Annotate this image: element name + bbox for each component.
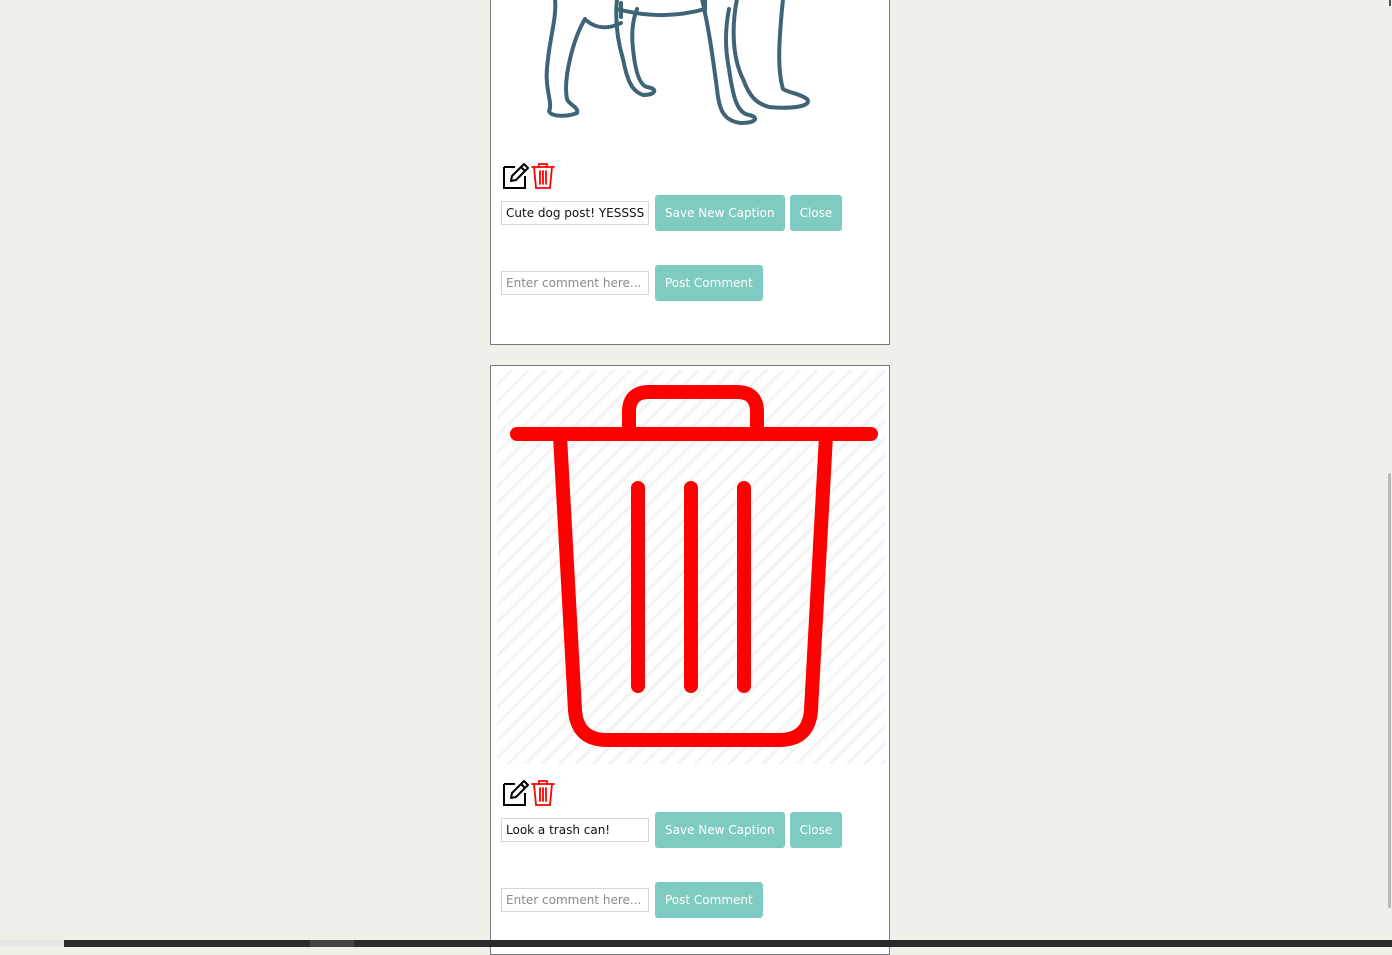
close-button[interactable]: Close [789, 812, 843, 848]
trash-can-illustration [510, 385, 878, 747]
caption-edit-row: Save New Caption Close [501, 812, 847, 848]
dog-illustration [544, 0, 810, 125]
comment-row: Post Comment [501, 265, 768, 301]
trash-icon[interactable] [529, 778, 557, 808]
post-comment-button[interactable]: Post Comment [655, 882, 763, 918]
caption-input[interactable] [501, 818, 649, 842]
post-actions [501, 778, 557, 808]
taskbar [0, 940, 1392, 947]
post-image [497, 0, 885, 134]
trash-icon[interactable] [529, 161, 557, 191]
edit-icon[interactable] [501, 161, 529, 191]
save-caption-button[interactable]: Save New Caption [655, 812, 785, 848]
comment-input[interactable] [501, 271, 649, 295]
post-card: Save New Caption Close Post Comment [490, 0, 890, 345]
scrollbar-thumb[interactable] [1388, 473, 1391, 908]
caption-edit-row: Save New Caption Close [501, 195, 847, 231]
close-button[interactable]: Close [789, 195, 843, 231]
comment-row: Post Comment [501, 882, 768, 918]
save-caption-button[interactable]: Save New Caption [655, 195, 785, 231]
post-actions [501, 161, 557, 191]
comment-input[interactable] [501, 888, 649, 912]
post-card: Save New Caption Close Post Comment [490, 365, 890, 955]
post-image [497, 370, 885, 764]
caption-input[interactable] [501, 201, 649, 225]
taskbar-button[interactable] [310, 940, 354, 947]
post-comment-button[interactable]: Post Comment [655, 265, 763, 301]
edit-icon[interactable] [501, 778, 529, 808]
taskbar-start-area[interactable] [0, 940, 64, 947]
scroll-up-arrow[interactable] [1389, 0, 1391, 6]
